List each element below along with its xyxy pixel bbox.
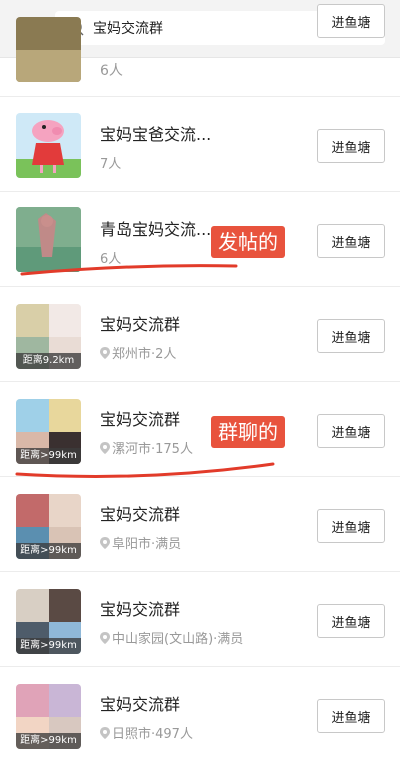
group-name: 宝妈交流群 xyxy=(100,505,181,524)
join-pond-button[interactable]: 进鱼塘 xyxy=(317,414,385,448)
group-name: 青岛宝妈交流... xyxy=(100,220,212,239)
group-avatar: 距离>99km xyxy=(16,399,81,464)
list-item[interactable]: 距离>99km 宝妈交流群 阜阳市·满员 进鱼塘 xyxy=(0,477,400,572)
group-avatar: 距离>99km xyxy=(16,684,81,749)
join-pond-button[interactable]: 进鱼塘 xyxy=(317,4,385,38)
group-avatar: 距离>99km xyxy=(16,494,81,559)
location-meta: 中山家园(文山路)·满员 xyxy=(112,632,244,647)
join-pond-button[interactable]: 进鱼塘 xyxy=(317,509,385,543)
post-underline xyxy=(20,264,238,276)
location-info: 日照市·497人 xyxy=(100,723,193,742)
group-avatar xyxy=(16,17,81,82)
group-chat-underline xyxy=(15,462,275,478)
location-pin-icon xyxy=(100,632,110,644)
group-name: 宝妈交流群 xyxy=(100,315,181,334)
list-item[interactable]: 距离9.2km 宝妈交流群 郑州市·2人 进鱼塘 xyxy=(0,287,400,382)
list-item[interactable]: 距离>99km 宝妈交流群 中山家园(文山路)·满员 进鱼塘 xyxy=(0,572,400,667)
post-annotation-label: 发帖的 xyxy=(211,226,285,258)
join-pond-button[interactable]: 进鱼塘 xyxy=(317,699,385,733)
location-info: 郑州市·2人 xyxy=(100,343,176,362)
group-avatar: 距离>99km xyxy=(16,589,81,654)
list-item[interactable]: 6人 进鱼塘 xyxy=(0,2,400,97)
group-avatar: 距离9.2km xyxy=(16,304,81,369)
group-name: 宝妈交流群 xyxy=(100,410,181,429)
location-pin-icon xyxy=(100,727,110,739)
location-pin-icon xyxy=(100,537,110,549)
join-pond-button[interactable]: 进鱼塘 xyxy=(317,129,385,163)
member-count: 6人 xyxy=(100,63,123,79)
group-chat-annotation-label: 群聊的 xyxy=(211,416,285,448)
location-meta: 漯河市·175人 xyxy=(112,442,193,457)
distance-badge: 距离>99km xyxy=(16,543,81,559)
location-pin-icon xyxy=(100,347,110,359)
distance-badge: 距离9.2km xyxy=(16,353,81,369)
distance-badge: 距离>99km xyxy=(16,733,81,749)
list-item[interactable]: 距离>99km 宝妈交流群 日照市·497人 进鱼塘 xyxy=(0,667,400,759)
pig-avatar-icon xyxy=(16,120,81,178)
group-name: 宝妈交流群 xyxy=(100,695,181,714)
group-avatar xyxy=(16,113,81,178)
join-pond-button[interactable]: 进鱼塘 xyxy=(317,604,385,638)
location-pin-icon xyxy=(100,442,110,454)
group-name: 宝妈宝爸交流... xyxy=(100,125,212,144)
location-info: 漯河市·175人 xyxy=(100,438,193,457)
location-meta: 郑州市·2人 xyxy=(112,347,177,362)
location-info: 中山家园(文山路)·满员 xyxy=(100,628,243,647)
member-count: 7人 xyxy=(100,157,122,172)
distance-badge: 距离>99km xyxy=(16,638,81,654)
location-meta: 阜阳市·满员 xyxy=(112,537,182,552)
join-pond-button[interactable]: 进鱼塘 xyxy=(317,319,385,353)
list-item[interactable]: 宝妈宝爸交流... 7人 进鱼塘 xyxy=(0,97,400,192)
group-name: 宝妈交流群 xyxy=(100,600,181,619)
location-meta: 日照市·497人 xyxy=(112,727,193,742)
join-pond-button[interactable]: 进鱼塘 xyxy=(317,224,385,258)
location-info: 阜阳市·满员 xyxy=(100,533,181,552)
